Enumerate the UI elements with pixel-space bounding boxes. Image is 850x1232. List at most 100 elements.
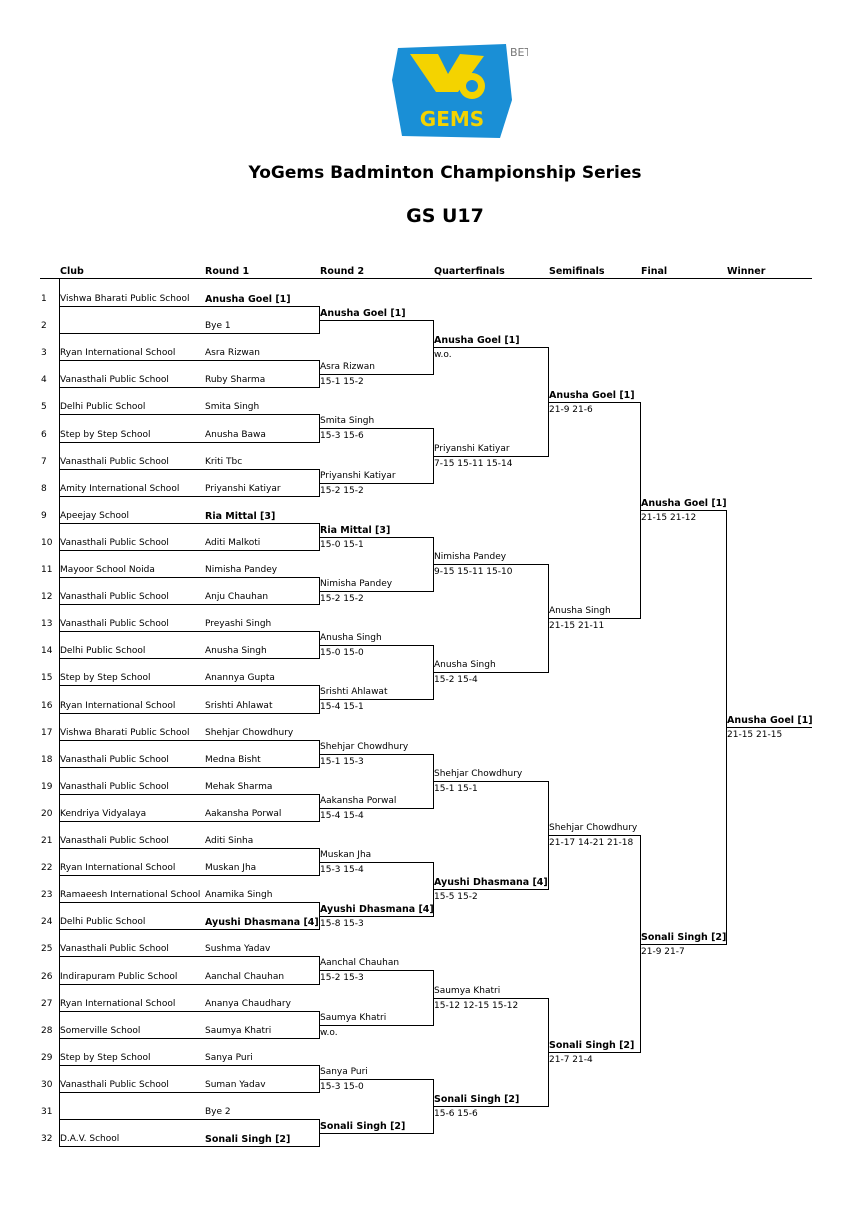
- entry-player: Anusha Goel [1]: [205, 294, 291, 305]
- match-winner: Anusha Singh: [320, 633, 382, 643]
- seed-number: 2: [41, 321, 47, 331]
- match-score: 15-3 15-4: [320, 865, 364, 875]
- entry-player: Anju Chauhan: [205, 592, 269, 602]
- seed-number: 6: [41, 430, 47, 440]
- match-score: 21-7 21-4: [549, 1055, 593, 1065]
- match-line: [319, 916, 433, 917]
- seed-number: 31: [41, 1107, 53, 1117]
- entry-player: Nimisha Pandey: [205, 565, 278, 575]
- entry-line: [59, 821, 319, 822]
- entry-player: Sonali Singh [2]: [205, 1134, 291, 1145]
- entry-player: Aanchal Chauhan: [205, 972, 285, 982]
- logo-beta: BETA: [510, 46, 528, 59]
- header-club: Club: [60, 266, 84, 277]
- entry-player: Muskan Jha: [205, 863, 257, 873]
- seed-number: 7: [41, 457, 47, 467]
- match-score: 15-2 15-2: [320, 486, 364, 496]
- match-winner: Anusha Goel [1]: [641, 498, 727, 509]
- header-winner: Winner: [727, 266, 766, 277]
- entry-line: [59, 902, 319, 903]
- yogems-logo-icon: GEMS BETA: [392, 44, 538, 138]
- match-line: [319, 754, 433, 755]
- match-winner: Priyanshi Katiyar: [434, 444, 510, 454]
- page-title: YoGems Badminton Championship Series: [248, 163, 642, 183]
- entry-player: Bye 1: [205, 321, 231, 331]
- match-line: [319, 645, 433, 646]
- seed-number: 29: [41, 1053, 53, 1063]
- entry-player: Anannya Gupta: [205, 673, 275, 683]
- match-score: 21-15 21-15: [727, 730, 783, 740]
- entry-line: [59, 631, 319, 632]
- match-score: w.o.: [434, 350, 452, 360]
- match-line: [433, 998, 548, 999]
- club-name: Mayoor School Noida: [60, 565, 155, 575]
- club-name: Step by Step School: [60, 430, 151, 440]
- match-winner: Smita Singh: [320, 416, 375, 426]
- seed-number: 30: [41, 1080, 53, 1090]
- entry-line: [59, 469, 319, 470]
- match-line: [319, 1079, 433, 1080]
- match-line: [433, 456, 548, 457]
- entry-line: [59, 1065, 319, 1066]
- club-name: Ramaeesh International School: [60, 890, 201, 900]
- entry-player: Suman Yadav: [205, 1080, 266, 1090]
- entry-line: [59, 875, 319, 876]
- club-name: Vanasthali Public School: [60, 457, 169, 467]
- seed-number: 11: [41, 565, 53, 575]
- club-name: Vishwa Bharati Public School: [60, 728, 190, 738]
- match-score: 15-0 15-1: [320, 540, 364, 550]
- match-winner: Anusha Goel [1]: [727, 715, 813, 726]
- entry-line: [59, 740, 319, 741]
- match-score: 21-15 21-11: [549, 621, 605, 631]
- seed-number: 24: [41, 917, 53, 927]
- entry-line: [59, 767, 319, 768]
- entry-line: [59, 306, 319, 307]
- match-line: [319, 591, 433, 592]
- entry-line: [59, 442, 319, 443]
- entry-line: [59, 523, 319, 524]
- match-line: [548, 835, 640, 836]
- seed-number: 12: [41, 592, 53, 602]
- entry-line: [59, 929, 319, 930]
- match-score: 15-1 15-3: [320, 757, 364, 767]
- header-round2: Round 2: [320, 266, 365, 277]
- club-name: Ryan International School: [60, 701, 176, 711]
- match-score: 15-4 15-1: [320, 702, 364, 712]
- entry-line: [59, 604, 319, 605]
- match-winner: Ria Mittal [3]: [320, 525, 391, 536]
- club-name: Kendriya Vidyalaya: [60, 809, 147, 819]
- entry-player: Mehak Sharma: [205, 782, 273, 792]
- header-underline: [40, 278, 812, 279]
- entry-player: Ria Mittal [3]: [205, 511, 276, 522]
- seed-number: 5: [41, 402, 47, 412]
- logo-word: GEMS: [420, 107, 484, 131]
- entry-player: Anusha Singh: [205, 646, 267, 656]
- match-winner: Sonali Singh [2]: [320, 1121, 406, 1132]
- match-winner: Srishti Ahlawat: [320, 687, 388, 697]
- match-winner: Anusha Goel [1]: [434, 335, 520, 346]
- header-final: Final: [641, 266, 668, 277]
- seed-number: 14: [41, 646, 53, 656]
- entry-line: [59, 1119, 319, 1120]
- entry-line: [59, 1038, 319, 1039]
- match-line: [319, 1025, 433, 1026]
- match-winner: Sonali Singh [2]: [434, 1094, 520, 1105]
- seed-number: 1: [41, 294, 47, 304]
- seed-number: 10: [41, 538, 53, 548]
- match-line: [319, 483, 433, 484]
- seed-number: 28: [41, 1026, 53, 1036]
- entry-line: [59, 333, 319, 334]
- match-score: 21-17 14-21 21-18: [549, 838, 634, 848]
- match-line: [319, 428, 433, 429]
- club-name: Vanasthali Public School: [60, 619, 169, 629]
- seed-number: 16: [41, 701, 53, 711]
- seed-number: 27: [41, 999, 53, 1009]
- seed-number: 4: [41, 375, 47, 385]
- club-column-border: [59, 279, 60, 1147]
- match-score: 15-6 15-6: [434, 1109, 478, 1119]
- match-line: [433, 347, 548, 348]
- match-winner: Asra Rizwan: [320, 362, 375, 372]
- match-winner: Sonali Singh [2]: [549, 1040, 635, 1051]
- match-winner: Sanya Puri: [320, 1067, 368, 1077]
- match-score: 7-15 15-11 15-14: [434, 459, 513, 469]
